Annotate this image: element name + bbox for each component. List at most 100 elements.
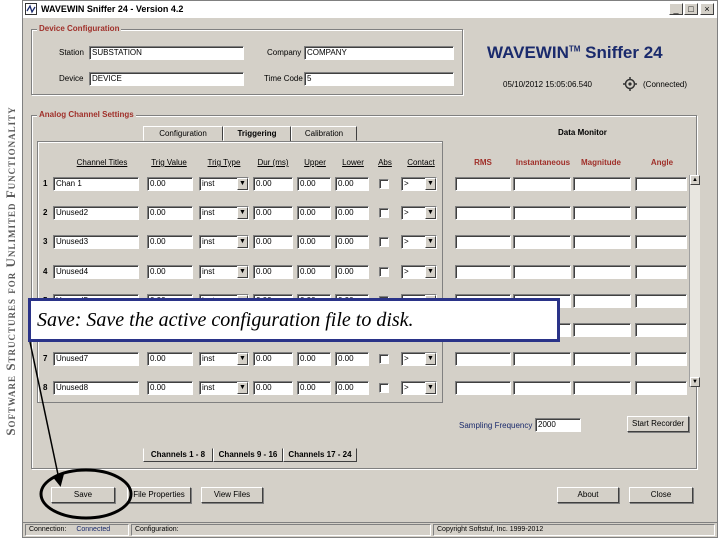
- trig-type-select[interactable]: inst ▼: [199, 352, 249, 366]
- chevron-down-icon[interactable]: ▼: [237, 266, 248, 278]
- chevron-down-icon[interactable]: ▼: [425, 353, 436, 365]
- contact-select[interactable]: >▼: [401, 381, 437, 395]
- lower-field[interactable]: 0.00: [335, 206, 369, 220]
- contact-select[interactable]: >▼: [401, 206, 437, 220]
- contact-select[interactable]: >▼: [401, 235, 437, 249]
- row-number: 7: [43, 354, 48, 363]
- abs-checkbox[interactable]: [379, 237, 389, 247]
- lower-field[interactable]: 0.00: [335, 235, 369, 249]
- tab-calibration[interactable]: Calibration: [291, 126, 357, 141]
- abs-checkbox[interactable]: [379, 354, 389, 364]
- duration-field[interactable]: 0.00: [253, 177, 293, 191]
- channel-title-field[interactable]: Unused8: [53, 381, 139, 395]
- monitor-scrollbar[interactable]: ▲ ▼: [689, 175, 700, 387]
- about-button[interactable]: About: [557, 487, 619, 503]
- tab-channels-1-8[interactable]: Channels 1 - 8: [143, 448, 213, 462]
- station-field[interactable]: SUBSTATION: [89, 46, 244, 60]
- channel-title-field[interactable]: Chan 1: [53, 177, 139, 191]
- contact-select[interactable]: >▼: [401, 352, 437, 366]
- contact-select[interactable]: >▼: [401, 177, 437, 191]
- upper-field[interactable]: 0.00: [297, 381, 331, 395]
- instantaneous-readout: [513, 177, 571, 191]
- upper-field[interactable]: 0.00: [297, 177, 331, 191]
- abs-checkbox[interactable]: [379, 267, 389, 277]
- file-properties-button[interactable]: File Properties: [127, 487, 191, 503]
- contact-value: >: [404, 267, 409, 276]
- chevron-down-icon[interactable]: ▼: [237, 353, 248, 365]
- scroll-down-icon[interactable]: ▼: [690, 377, 700, 387]
- tab-channels-9-16[interactable]: Channels 9 - 16: [213, 448, 283, 462]
- trig-value-field[interactable]: 0.00: [147, 177, 193, 191]
- close-button[interactable]: Close: [629, 487, 693, 503]
- save-button[interactable]: Save: [51, 487, 115, 503]
- minimize-button[interactable]: _: [669, 3, 683, 15]
- channel-title-field[interactable]: Unused4: [53, 265, 139, 279]
- channel-title-field[interactable]: Unused2: [53, 206, 139, 220]
- trig-type-select[interactable]: inst ▼: [199, 265, 249, 279]
- trig-type-select[interactable]: inst ▼: [199, 381, 249, 395]
- instantaneous-readout: [513, 206, 571, 220]
- trig-type-select[interactable]: inst ▼: [199, 235, 249, 249]
- upper-field[interactable]: 0.00: [297, 235, 331, 249]
- close-window-button[interactable]: ×: [700, 3, 714, 15]
- abs-checkbox[interactable]: [379, 383, 389, 393]
- contact-select[interactable]: >▼: [401, 265, 437, 279]
- side-banner-text: Software Structures for Unlimited Functi…: [3, 106, 18, 436]
- duration-field[interactable]: 0.00: [253, 206, 293, 220]
- magnitude-readout: [573, 294, 631, 308]
- magnitude-readout: [573, 352, 631, 366]
- channel-title-field[interactable]: Unused3: [53, 235, 139, 249]
- trig-value-field[interactable]: 0.00: [147, 265, 193, 279]
- lower-field[interactable]: 0.00: [335, 381, 369, 395]
- trig-value-field[interactable]: 0.00: [147, 235, 193, 249]
- col-channel-titles: Channel Titles: [76, 158, 128, 167]
- brand-title: WAVEWINTM Sniffer 24: [487, 43, 663, 63]
- trig-value-field[interactable]: 0.00: [147, 381, 193, 395]
- angle-readout: [635, 265, 687, 279]
- chevron-down-icon[interactable]: ▼: [237, 382, 248, 394]
- duration-field[interactable]: 0.00: [253, 265, 293, 279]
- chevron-down-icon[interactable]: ▼: [237, 207, 248, 219]
- scroll-up-icon[interactable]: ▲: [690, 175, 700, 185]
- analog-channel-settings-label: Analog Channel Settings: [37, 110, 136, 119]
- chevron-down-icon[interactable]: ▼: [237, 178, 248, 190]
- col-angle: Angle: [650, 158, 674, 167]
- chevron-down-icon[interactable]: ▼: [425, 236, 436, 248]
- rms-readout: [455, 265, 511, 279]
- chevron-down-icon[interactable]: ▼: [425, 207, 436, 219]
- upper-field[interactable]: 0.00: [297, 352, 331, 366]
- start-recorder-button[interactable]: Start Recorder: [627, 416, 689, 432]
- trig-type-select[interactable]: inst ▼: [199, 177, 249, 191]
- timecode-field[interactable]: 5: [304, 72, 454, 86]
- upper-field[interactable]: 0.00: [297, 265, 331, 279]
- duration-field[interactable]: 0.00: [253, 352, 293, 366]
- save-callout: Save: Save the active configuration file…: [28, 298, 560, 342]
- chevron-down-icon[interactable]: ▼: [425, 266, 436, 278]
- row-number: 3: [43, 237, 48, 246]
- maximize-button[interactable]: □: [684, 3, 698, 15]
- channel-title-field[interactable]: Unused7: [53, 352, 139, 366]
- lower-field[interactable]: 0.00: [335, 352, 369, 366]
- duration-field[interactable]: 0.00: [253, 235, 293, 249]
- company-field[interactable]: COMPANY: [304, 46, 454, 60]
- trig-value-field[interactable]: 0.00: [147, 352, 193, 366]
- duration-field[interactable]: 0.00: [253, 381, 293, 395]
- tab-configuration[interactable]: Configuration: [143, 126, 223, 141]
- tab-channels-17-24[interactable]: Channels 17 - 24: [283, 448, 357, 462]
- lower-field[interactable]: 0.00: [335, 177, 369, 191]
- device-field[interactable]: DEVICE: [89, 72, 244, 86]
- trig-type-select[interactable]: inst ▼: [199, 206, 249, 220]
- company-label: Company: [267, 48, 302, 57]
- sampling-frequency-field[interactable]: 2000: [535, 418, 581, 432]
- abs-checkbox[interactable]: [379, 179, 389, 189]
- upper-field[interactable]: 0.00: [297, 206, 331, 220]
- col-upper: Upper: [304, 158, 326, 167]
- contact-value: >: [404, 208, 409, 217]
- view-files-button[interactable]: View Files: [201, 487, 263, 503]
- trig-value-field[interactable]: 0.00: [147, 206, 193, 220]
- chevron-down-icon[interactable]: ▼: [425, 178, 436, 190]
- lower-field[interactable]: 0.00: [335, 265, 369, 279]
- chevron-down-icon[interactable]: ▼: [425, 382, 436, 394]
- abs-checkbox[interactable]: [379, 208, 389, 218]
- chevron-down-icon[interactable]: ▼: [237, 236, 248, 248]
